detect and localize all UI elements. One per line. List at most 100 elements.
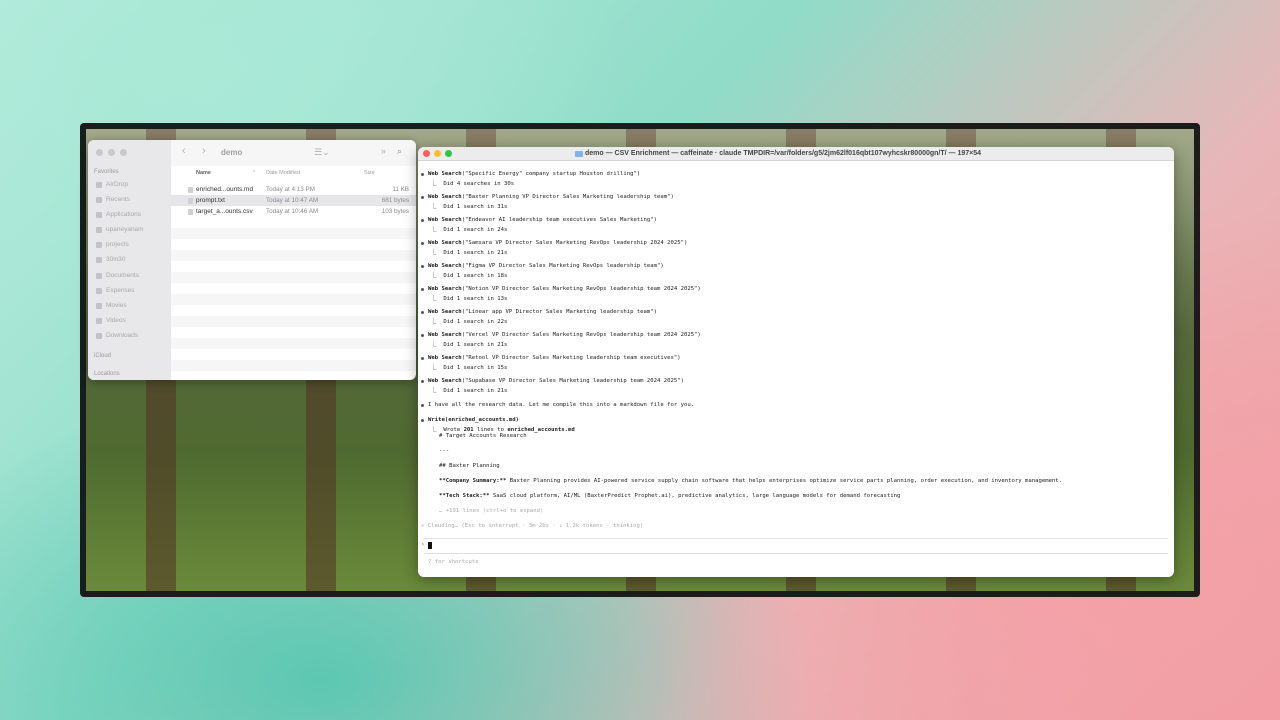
search-result-text: Did 1 search in 24s	[443, 227, 508, 233]
search-query: ("Samsara VP Director Sales Marketing Re…	[461, 240, 688, 246]
write-tool-call: Write(enriched_accounts.md)	[428, 417, 519, 423]
forward-icon[interactable]: ›	[202, 145, 206, 157]
sidebar-item-videos[interactable]: Videos	[106, 317, 126, 324]
tool-bullet-icon	[421, 288, 424, 291]
web-search-result: ⎿ Did 1 search in 15s	[431, 363, 507, 371]
tool-bullet-icon	[421, 196, 424, 199]
movies-icon	[96, 303, 102, 309]
empty-row-stripe	[171, 316, 416, 327]
list-view-icon[interactable]: ☰⌄	[314, 147, 330, 158]
sidebar-item-30in30[interactable]: 30in30	[106, 256, 126, 263]
sidebar-item-applications[interactable]: Applications	[106, 211, 141, 218]
preview-tech-stack: **Tech Stack:** SaaS cloud platform, AI/…	[439, 493, 900, 499]
text-file-icon	[188, 198, 193, 204]
assistant-message: I have all the research data. Let me com…	[428, 402, 695, 408]
prompt-divider-bottom	[424, 553, 1168, 554]
web-search-call: Web Search("Figma VP Director Sales Mark…	[428, 263, 664, 269]
minimize-icon[interactable]	[434, 150, 441, 157]
terminal-output[interactable]: Web Search("Specific Energy" company sta…	[418, 161, 1174, 577]
tool-name: Web Search	[428, 286, 462, 292]
sidebar-item-projects[interactable]: projects	[106, 241, 129, 248]
sidebar-item-downloads[interactable]: Downloads	[106, 332, 138, 339]
file-row[interactable]: enriched...ounts.md Today at 4:13 PM 11 …	[171, 184, 416, 195]
folder-icon	[96, 242, 102, 248]
search-query: ("Notion VP Director Sales Marketing Rev…	[461, 286, 701, 292]
tool-name: Web Search	[428, 309, 462, 315]
tree-connector: ⎿	[431, 227, 444, 233]
tree-connector: ⎿	[431, 365, 444, 371]
tree-connector: ⎿	[431, 342, 444, 348]
tree-connector: ⎿	[431, 204, 444, 210]
web-search-call: Web Search("Specific Energy" company sta…	[428, 171, 640, 177]
web-search-call: Web Search("Samsara VP Director Sales Ma…	[428, 240, 687, 246]
close-icon[interactable]	[423, 150, 430, 157]
sidebar-item-recents[interactable]: Recents	[106, 196, 130, 203]
tool-name: Web Search	[428, 332, 462, 338]
tool-name: Web Search	[428, 194, 462, 200]
tool-bullet-icon	[421, 311, 424, 314]
sidebar-item-home[interactable]: upaneyanam	[106, 226, 144, 233]
minimize-icon[interactable]	[108, 149, 115, 156]
web-search-call: Web Search("Vercel VP Director Sales Mar…	[428, 332, 701, 338]
csv-file-icon	[188, 209, 193, 215]
zoom-icon[interactable]	[120, 149, 127, 156]
empty-row-stripe	[171, 294, 416, 305]
finder-window-controls	[96, 149, 127, 156]
search-result-text: Did 1 search in 21s	[443, 250, 508, 256]
search-query: ("Retool VP Director Sales Marketing lea…	[461, 355, 681, 361]
tool-name: Web Search	[428, 171, 462, 177]
finder-title: demo	[221, 148, 243, 157]
folder-icon	[575, 151, 583, 157]
column-header-date[interactable]: Date Modified	[266, 170, 300, 176]
close-icon[interactable]	[96, 149, 103, 156]
search-result-text: Did 1 search in 13s	[443, 296, 508, 302]
preview-rule: ---	[439, 448, 450, 454]
column-header-name[interactable]: Name	[196, 170, 211, 176]
preview-company-summary: **Company Summary:** Baxter Planning pro…	[439, 478, 1062, 484]
terminal-titlebar: demo — CSV Enrichment — caffeinate · cla…	[418, 147, 1174, 161]
tool-name: Web Search	[428, 378, 462, 384]
more-toolbar-icon[interactable]: »	[381, 146, 386, 156]
search-result-text: Did 1 search in 21s	[443, 388, 508, 394]
sort-descending-icon: ⌃	[252, 170, 257, 176]
tool-name: Web Search	[428, 217, 462, 223]
summary-text: Baxter Planning provides AI-powered serv…	[506, 478, 1063, 484]
back-icon[interactable]: ‹	[182, 145, 186, 157]
empty-row-stripe	[171, 360, 416, 371]
file-row[interactable]: prompt.txt Today at 10:47 AM 681 bytes	[171, 195, 416, 206]
file-row[interactable]: target_a...ounts.csv Today at 10:46 AM 1…	[171, 206, 416, 217]
tree-connector: ⎿	[431, 388, 444, 394]
search-query: ("Endeavor AI leadership team executives…	[461, 217, 658, 223]
expand-more-lines[interactable]: … +191 lines (ctrl+o to expand)	[439, 508, 543, 514]
file-name: target_a...ounts.csv	[196, 208, 253, 215]
home-folder-icon	[96, 227, 102, 233]
sidebar-item-airdrop[interactable]: AirDrop	[106, 181, 128, 188]
tree-connector: ⎿	[431, 273, 444, 279]
web-search-call: Web Search("Endeavor AI leadership team …	[428, 217, 657, 223]
column-header-size[interactable]: Size	[364, 170, 375, 176]
tool-bullet-icon	[421, 380, 424, 383]
summary-label: **Company Summary:**	[439, 478, 507, 484]
sidebar-item-expenses[interactable]: Expenses	[106, 287, 135, 294]
sidebar-heading-favorites: Favorites	[94, 169, 119, 175]
file-size: 103 bytes	[381, 208, 409, 215]
file-date: Today at 10:47 AM	[266, 197, 319, 204]
web-search-result: ⎿ Did 1 search in 21s	[431, 340, 507, 348]
web-search-call: Web Search("Linear app VP Director Sales…	[428, 309, 657, 315]
tool-name: Web Search	[428, 263, 462, 269]
search-query: ("Figma VP Director Sales Marketing RevO…	[461, 263, 664, 269]
search-icon[interactable]: ⌕	[397, 146, 402, 157]
empty-row-stripe	[171, 228, 416, 239]
finder-toolbar	[171, 140, 416, 166]
sidebar-item-documents[interactable]: Documents	[106, 272, 139, 279]
zoom-icon[interactable]	[445, 150, 452, 157]
web-search-call: Web Search("Supabase VP Director Sales M…	[428, 378, 684, 384]
tool-name: Web Search	[428, 240, 462, 246]
terminal-title: demo — CSV Enrichment — caffeinate · cla…	[585, 150, 982, 157]
web-search-call: Web Search("Notion VP Director Sales Mar…	[428, 286, 701, 292]
tech-label: **Tech Stack:**	[439, 493, 490, 499]
empty-row-stripe	[171, 250, 416, 261]
search-result-text: Did 1 search in 22s	[443, 319, 508, 325]
input-cursor[interactable]	[428, 542, 432, 549]
sidebar-item-movies[interactable]: Movies	[106, 302, 127, 309]
